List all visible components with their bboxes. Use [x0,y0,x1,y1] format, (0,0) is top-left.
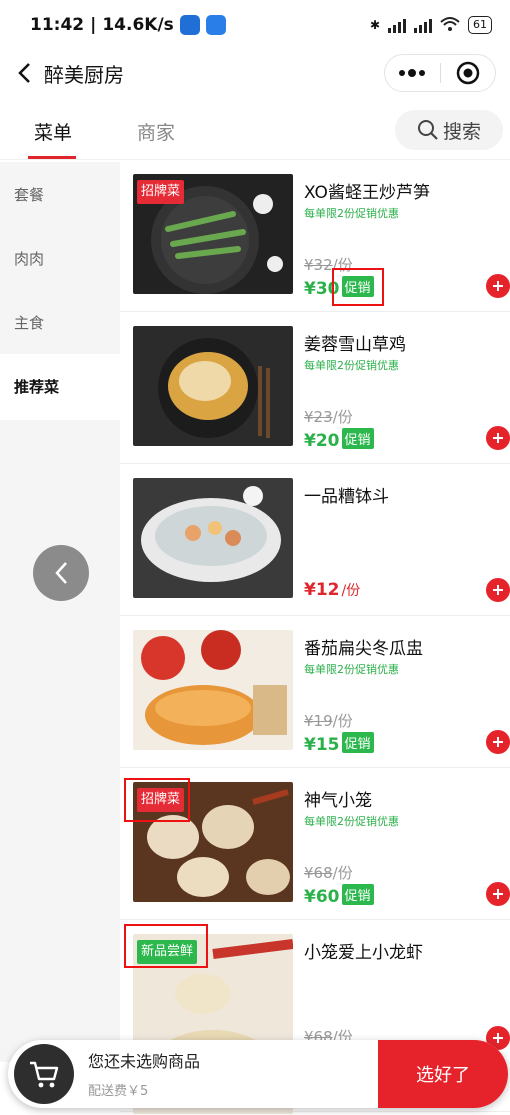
dish-image: 招牌菜 [133,782,293,902]
page-title: 醉美厨房 [44,62,124,87]
promo-badge: 促销 [341,428,374,449]
original-price-value: ¥23 [304,408,333,426]
sale-price-value: ¥30 [304,279,340,299]
plus-icon [493,737,503,747]
add-to-cart-button[interactable] [486,426,510,450]
original-price-unit: /份 [332,712,353,730]
sale-price: ¥60 促销 [304,884,374,907]
signature-tag: 招牌菜 [137,180,185,204]
delivery-fee: 配送费￥5 [88,1084,149,1099]
dish-name: 姜蓉雪山草鸡 [304,335,406,355]
close-program-icon[interactable] [441,55,496,91]
category-sidebar: 套餐 肉肉 主食 推荐菜 [0,162,120,1062]
notification-translate-icon [205,15,226,35]
dish-item[interactable]: 一品糟钵斗 ¥12/份 [120,466,510,616]
signal-1-icon [388,17,406,33]
status-separator: | [90,15,97,35]
original-price-unit: /份 [332,256,353,274]
sale-price-value: ¥60 [304,887,340,907]
add-to-cart-button[interactable] [486,882,510,906]
original-price: ¥32/份 [304,254,353,275]
promo-note: 每单限2份促销优惠 [304,359,399,372]
original-price: ¥68/份 [304,862,353,883]
sale-price: ¥15 促销 [304,732,374,755]
signature-tag: 招牌菜 [137,788,185,812]
sale-price-value: ¥15 [304,735,340,755]
promo-note: 每单限2份促销优惠 [304,207,399,220]
dish-item[interactable]: 招牌菜 XO酱蛏王炒芦笋 每单限2份促销优惠 ¥32/份 ¥30 促销 [120,162,510,312]
tab-bar: 菜单 商家 搜索 [0,100,510,160]
category-staple[interactable]: 主食 [0,290,120,356]
plus-icon [493,585,503,595]
dish-name: 小笼爱上小龙虾 [304,943,423,963]
price-unit: /份 [341,583,361,599]
sale-price-value: ¥20 [304,431,340,451]
search-icon [417,120,438,140]
sale-price: ¥30 促销 [304,276,374,299]
promo-note: 每单限2份促销优惠 [304,815,399,828]
chevron-left-icon [55,562,67,584]
cart-button[interactable] [14,1044,74,1104]
network-speed: 14.6K/s [102,15,174,35]
active-tab-indicator [28,156,76,159]
add-to-cart-button[interactable] [486,274,510,298]
checkout-button[interactable]: 选好了 [378,1040,508,1108]
battery-icon: 61 [468,16,492,34]
status-bar: 11:42 | 14.6K/s ✱ 61 [0,0,510,50]
more-icon[interactable] [385,55,440,91]
app-root: 11:42 | 14.6K/s ✱ 61 醉美厨房 菜单 商家 搜索 套餐 肉肉… [0,0,510,1115]
original-price-value: ¥32 [304,256,333,274]
promo-badge: 促销 [341,884,374,905]
original-price: ¥23/份 [304,406,353,427]
status-time: 11:42 [30,15,85,35]
notification-app-icon [179,15,200,35]
back-icon[interactable] [6,50,42,96]
dish-name: 番茄扁尖冬瓜盅 [304,639,423,659]
dish-image [133,326,293,446]
dish-list: 招牌菜 XO酱蛏王炒芦笋 每单限2份促销优惠 ¥32/份 ¥30 促销 姜蓉雪山… [120,162,510,1115]
bluetooth-icon: ✱ [369,18,380,32]
plus-icon [493,889,503,899]
plus-icon [493,433,503,443]
dish-image: 招牌菜 [133,174,293,294]
plus-icon [493,281,503,291]
promo-badge: 促销 [341,276,374,297]
category-recommended[interactable]: 推荐菜 [0,354,120,420]
search-label: 搜索 [442,120,481,143]
sale-price: ¥20 促销 [304,428,374,451]
cart-bar: 您还未选购商品 配送费￥5 选好了 [8,1040,508,1108]
shopping-cart-icon [30,1061,59,1088]
original-price-unit: /份 [332,864,353,882]
mini-program-capsule [384,54,496,92]
dish-name: 一品糟钵斗 [304,487,389,507]
original-price-unit: /份 [332,408,353,426]
cart-status: 您还未选购商品 [88,1052,201,1071]
dish-name: XO酱蛏王炒芦笋 [304,183,430,203]
add-to-cart-button[interactable] [486,578,510,602]
tab-menu[interactable]: 菜单 [34,118,72,145]
add-to-cart-button[interactable] [486,730,510,754]
original-price-value: ¥68 [304,864,333,882]
signal-2-icon [414,17,432,33]
dish-name: 神气小笼 [304,791,372,811]
wifi-icon [440,16,460,35]
category-meat[interactable]: 肉肉 [0,226,120,292]
original-price-value: ¥19 [304,712,333,730]
dish-item[interactable]: 招牌菜 神气小笼 每单限2份促销优惠 ¥68/份 ¥60 促销 [120,770,510,920]
sale-price-value: ¥12 [304,580,340,600]
original-price: ¥19/份 [304,710,353,731]
new-item-tag: 新品尝鲜 [137,940,198,964]
dish-image [133,478,293,598]
dish-item[interactable]: 番茄扁尖冬瓜盅 每单限2份促销优惠 ¥19/份 ¥15 促销 [120,618,510,768]
search-button[interactable]: 搜索 [395,110,503,150]
category-combo[interactable]: 套餐 [0,162,120,228]
floating-back-button[interactable] [33,545,89,601]
sale-price: ¥12/份 [304,580,360,600]
navigation-bar: 醉美厨房 [0,50,510,96]
dish-image [133,630,293,750]
tab-merchant[interactable]: 商家 [137,118,175,145]
dish-item[interactable]: 姜蓉雪山草鸡 每单限2份促销优惠 ¥23/份 ¥20 促销 [120,314,510,464]
promo-badge: 促销 [341,732,374,753]
promo-note: 每单限2份促销优惠 [304,663,399,676]
